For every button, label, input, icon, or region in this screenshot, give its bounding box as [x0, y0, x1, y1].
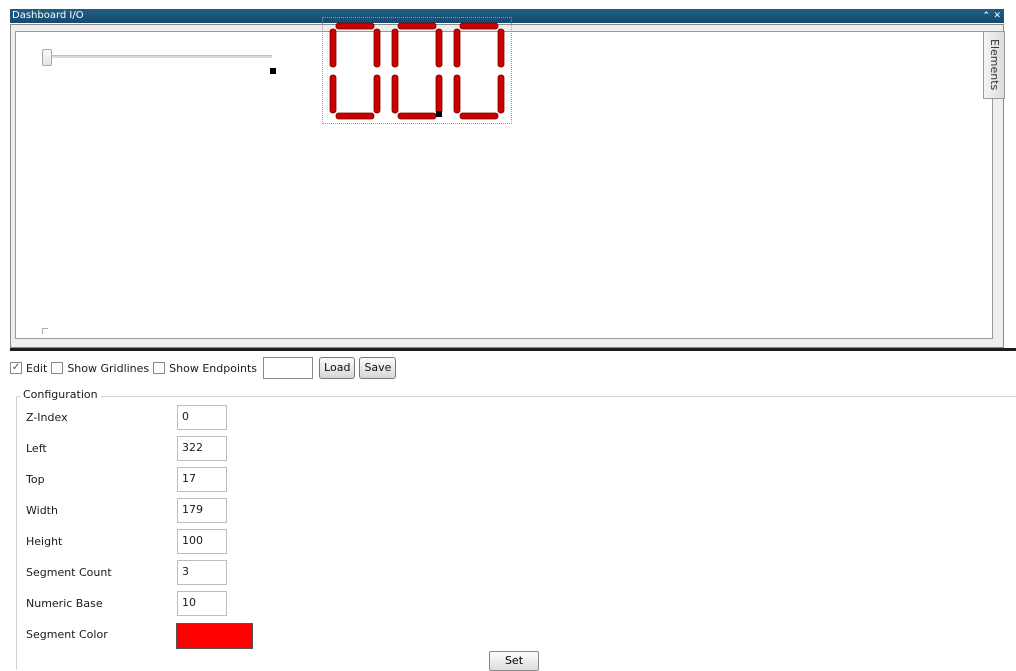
- show-endpoints-label: Show Endpoints: [169, 361, 258, 375]
- slider-thumb[interactable]: [42, 49, 52, 66]
- segment-2-c: [435, 74, 443, 114]
- width-label: Width: [26, 504, 58, 517]
- show-gridlines-checkbox[interactable]: Show Gridlines: [51, 362, 149, 375]
- show-endpoints-checkbox-box[interactable]: [153, 362, 166, 374]
- edit-toolbar: ✓ Edit Show Gridlines Show Endpoints Loa…: [10, 356, 400, 380]
- height-input[interactable]: 100: [177, 529, 227, 554]
- segment-3-a: [459, 22, 499, 30]
- z-index-input[interactable]: 0: [177, 405, 227, 430]
- top-input[interactable]: 17: [177, 467, 227, 492]
- segment-3-f: [453, 28, 461, 68]
- set-button[interactable]: Set: [489, 651, 539, 671]
- seven-segment-display[interactable]: [322, 17, 512, 124]
- segment-2-e: [391, 74, 399, 114]
- edit-checkbox-box[interactable]: ✓: [10, 362, 22, 374]
- slider-resize-handle[interactable]: [270, 68, 276, 74]
- segment-3-c: [497, 74, 505, 114]
- segment-2-d: [397, 112, 437, 120]
- left-label: Left: [26, 442, 47, 455]
- top-label: Top: [26, 473, 45, 486]
- segment-2-b: [435, 28, 443, 68]
- segment-2-a: [397, 22, 437, 30]
- elements-tab[interactable]: Elements: [983, 31, 1005, 99]
- window-title: Dashboard I/O: [12, 10, 84, 21]
- segment-1-a: [335, 22, 375, 30]
- segment-3-d: [459, 112, 499, 120]
- width-input[interactable]: 179: [177, 498, 227, 523]
- show-gridlines-label: Show Gridlines: [67, 361, 150, 375]
- segment-1-b: [373, 28, 381, 68]
- canvas-scroll-corner: [42, 328, 48, 334]
- segment-count-label: Segment Count: [26, 566, 112, 579]
- save-button[interactable]: Save: [359, 357, 397, 379]
- segment-1-f: [329, 28, 337, 68]
- numeric-base-input[interactable]: 10: [177, 591, 227, 616]
- left-input[interactable]: 322: [177, 436, 227, 461]
- segment-count-input[interactable]: 3: [177, 560, 227, 585]
- segment-1-c: [373, 74, 381, 114]
- numeric-base-label: Numeric Base: [26, 597, 103, 610]
- display-resize-handle[interactable]: [436, 111, 442, 117]
- z-index-label: Z-Index: [26, 411, 68, 424]
- segment-2-f: [391, 28, 399, 68]
- chevron-up-icon[interactable]: ⌃: [982, 9, 990, 23]
- load-button[interactable]: Load: [319, 357, 356, 379]
- segment-1-e: [329, 74, 337, 114]
- show-gridlines-checkbox-box[interactable]: [51, 362, 64, 374]
- edit-checkbox-label: Edit: [26, 361, 48, 375]
- configuration-group: [16, 396, 1016, 670]
- seven-segment-svg: [329, 22, 505, 120]
- segment-color-swatch[interactable]: [176, 623, 253, 649]
- layout-name-input[interactable]: [263, 357, 314, 379]
- show-endpoints-checkbox[interactable]: Show Endpoints: [153, 362, 257, 375]
- height-label: Height: [26, 535, 63, 548]
- panel-divider[interactable]: [10, 348, 1016, 351]
- segment-color-label: Segment Color: [26, 628, 108, 641]
- edit-checkbox[interactable]: ✓ Edit: [10, 362, 47, 375]
- segment-3-e: [453, 74, 461, 114]
- configuration-legend: Configuration: [20, 388, 101, 401]
- segment-1-d: [335, 112, 375, 120]
- slider-track[interactable]: [50, 55, 272, 58]
- close-icon[interactable]: ✕: [993, 9, 1001, 23]
- segment-3-b: [497, 28, 505, 68]
